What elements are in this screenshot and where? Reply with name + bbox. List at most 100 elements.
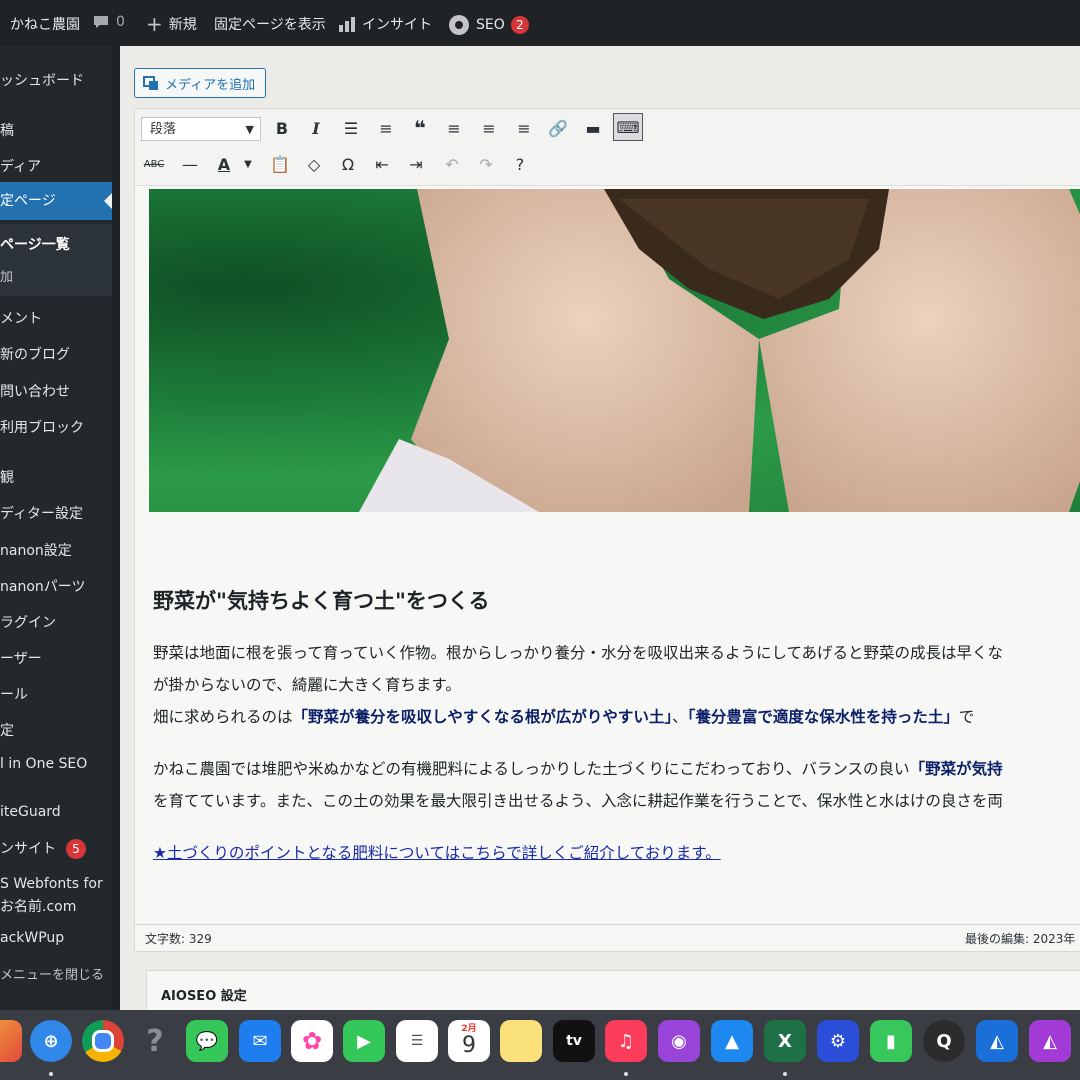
paragraph-2-prefix: 畑に求められるのは (153, 708, 293, 726)
menu-pages[interactable]: 定ページ (0, 182, 112, 220)
affinity-designer-icon[interactable]: ◭ (976, 1020, 1018, 1062)
toolbar-toggle-button[interactable]: ⌨ (613, 113, 643, 141)
menu-dashboard[interactable]: ッシュボード (0, 70, 84, 90)
menu-media[interactable]: ディア (0, 156, 41, 176)
notes-icon[interactable] (500, 1020, 542, 1062)
plus-icon: + (146, 12, 163, 36)
affinity-photo-icon[interactable]: ◭ (1029, 1020, 1071, 1062)
view-page-label: 固定ページを表示 (214, 17, 326, 33)
menu-ts-webfonts[interactable]: S Webfonts for (0, 876, 103, 892)
new-content-link[interactable]: + 新規 (146, 14, 197, 34)
menu-editor-settings[interactable]: ディター設定 (0, 503, 83, 523)
running-indicator (783, 1072, 787, 1076)
paragraph-3-bold: 「野菜が気持 (909, 760, 1003, 778)
menu-users[interactable]: ーザー (0, 648, 42, 668)
apple-tv-icon[interactable]: tv (553, 1020, 595, 1062)
outdent-button[interactable]: ⇤ (369, 151, 395, 177)
align-left-button[interactable]: ≡ (441, 115, 467, 141)
excel-icon[interactable]: X (764, 1020, 806, 1062)
numbers-icon[interactable]: ▮ (870, 1020, 912, 1062)
help-icon[interactable]: ? (507, 151, 533, 177)
bar-chart-icon (339, 17, 355, 32)
menu-ts-webfonts-sub[interactable]: お名前.com (0, 896, 76, 916)
menu-contact[interactable]: 問い合わせ (0, 381, 70, 401)
menu-manon-parts[interactable]: nanonパーツ (0, 576, 85, 596)
paste-as-text-button[interactable]: 📋 (267, 151, 293, 177)
safari-icon[interactable]: ⊕ (30, 1020, 72, 1062)
insight-label: インサイト (362, 17, 432, 33)
chrome-icon[interactable] (82, 1020, 124, 1062)
format-select-value: 段落 (150, 122, 177, 137)
paragraph-3-prefix: かねこ農園では堆肥や米ぬかなどの有機肥料によるしっかりした土づくりにこだわってお… (153, 760, 910, 778)
redo-button[interactable]: ↷ (473, 151, 499, 177)
horizontal-line-button[interactable]: — (177, 151, 203, 177)
collapse-menu[interactable]: メニューを閉じる (0, 964, 104, 983)
align-center-button[interactable]: ≡ (476, 115, 502, 141)
tv-label: tv (566, 1033, 582, 1049)
section-heading: 野菜が"気持ちよく育つ土"をつくる (153, 589, 490, 613)
numbered-list-button[interactable]: ≡ (373, 115, 399, 141)
seo-menu[interactable]: SEO 2 (448, 14, 529, 36)
classic-editor: 段落 ▼ B I ☰ ≡ ❝ ≡ ≡ ≡ 🔗 ▬ ⌨ ABC — A ▼ 📋 ◇… (134, 108, 1080, 950)
menu-posts[interactable]: 稿 (0, 120, 14, 140)
submenu-all-pages[interactable]: ページ一覧 (0, 234, 70, 254)
paragraph-2: 畑に求められるのは「野菜が養分を吸収しやすくなる根が広がりやすい土」、「養分豊富… (153, 705, 974, 727)
keynote-icon[interactable]: ▲ (711, 1020, 753, 1062)
menu-settings[interactable]: 定 (0, 720, 14, 740)
undo-button[interactable]: ↶ (439, 151, 465, 177)
menu-plugins[interactable]: ラグイン (0, 612, 56, 632)
menu-backwpup[interactable]: ackWPup (0, 930, 64, 946)
bold-button[interactable]: B (269, 115, 295, 141)
menu-appearance[interactable]: 観 (0, 467, 14, 487)
italic-button[interactable]: I (303, 115, 329, 141)
paragraph-3-line-1: かねこ農園では堆肥や米ぬかなどの有機肥料によるしっかりした土づくりにこだわってお… (153, 757, 1003, 779)
menu-tools[interactable]: ール (0, 684, 28, 704)
insight-link[interactable]: インサイト (338, 14, 432, 34)
hands-soil-illustration (359, 189, 1080, 512)
editor-status-bar: 文字数: 329 最後の編集: 2023年 (134, 924, 1080, 952)
text-color-dropdown-icon[interactable]: ▼ (235, 151, 261, 177)
bullet-list-button[interactable]: ☰ (338, 115, 364, 141)
view-page-link[interactable]: 固定ページを表示 (214, 14, 326, 34)
menu-siteguard[interactable]: iteGuard (0, 804, 61, 820)
special-character-button[interactable]: Ω (335, 151, 361, 177)
menu-latest-blog[interactable]: 新のブログ (0, 344, 70, 364)
launchpad-icon[interactable] (0, 1020, 22, 1062)
calendar-icon[interactable]: 2月 9 (448, 1020, 490, 1062)
menu-reusable-blocks[interactable]: 利用ブロック (0, 417, 84, 437)
music-icon[interactable]: ♫ (605, 1020, 647, 1062)
submenu-add-new[interactable]: 加 (0, 266, 13, 285)
fertilizer-link[interactable]: ★土づくりのポイントとなる肥料についてはこちらで詳しくご紹介しております。 (153, 841, 721, 863)
text-color-button[interactable]: A (211, 151, 237, 177)
photos-icon[interactable]: ✿ (291, 1020, 333, 1062)
xcode-utility-icon[interactable]: ⚙ (817, 1020, 859, 1062)
aioseo-title: AIOSEO 設定 (161, 989, 247, 1004)
clear-formatting-button[interactable]: ◇ (301, 151, 327, 177)
mail-icon[interactable]: ✉ (239, 1020, 281, 1062)
media-icon (143, 76, 158, 90)
strikethrough-button[interactable]: ABC (141, 151, 167, 177)
quicktime-icon[interactable]: Q (923, 1020, 965, 1062)
menu-manon-settings[interactable]: nanon設定 (0, 540, 72, 560)
format-select[interactable]: 段落 ▼ (141, 117, 261, 141)
podcasts-icon[interactable]: ◉ (658, 1020, 700, 1062)
reminders-icon[interactable]: ☰ (396, 1020, 438, 1062)
last-edited: 最後の編集: 2023年 (965, 932, 1076, 946)
add-media-button[interactable]: メディアを追加 (134, 68, 266, 98)
comments-count: 0 (116, 14, 125, 30)
menu-comments[interactable]: メント (0, 308, 42, 328)
align-right-button[interactable]: ≡ (511, 115, 537, 141)
site-name-link[interactable]: かねこ農園 (10, 14, 80, 34)
messages-icon[interactable]: 💬 (186, 1020, 228, 1062)
insert-link-button[interactable]: 🔗 (545, 115, 571, 141)
menu-insight[interactable]: ンサイト 5 (0, 838, 86, 859)
comments-link[interactable]: 0 (92, 14, 125, 30)
menu-all-in-one-seo[interactable]: l in One SEO (0, 756, 87, 772)
read-more-button[interactable]: ▬ (580, 115, 606, 141)
facetime-icon[interactable]: ▶ (343, 1020, 385, 1062)
insight-badge: 5 (66, 839, 86, 859)
blockquote-button[interactable]: ❝ (407, 115, 433, 141)
hero-image[interactable] (149, 189, 1080, 512)
unknown-app-icon[interactable]: ? (134, 1020, 176, 1062)
indent-button[interactable]: ⇥ (403, 151, 429, 177)
